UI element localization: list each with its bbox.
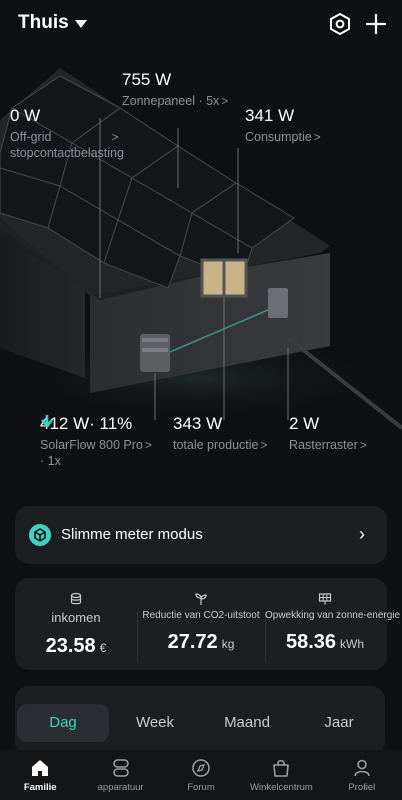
solar-power-value: 755 W — [122, 70, 172, 89]
tab-week[interactable]: Week — [109, 704, 201, 742]
caret-down-icon — [74, 19, 87, 28]
nav-familie-label: Familie — [23, 782, 57, 793]
nav-profiel[interactable]: Profiel — [322, 750, 402, 800]
solar-generation-unit: kWh — [340, 637, 365, 651]
income-value: 23.58 — [45, 635, 96, 657]
consumption-value: 341 W — [245, 106, 295, 125]
solar-generation-value: 58.36 — [285, 631, 337, 653]
production-stat[interactable]: 343 W totale productie > — [173, 414, 268, 454]
nav-forum-label: Forum — [187, 782, 215, 793]
nav-winkelcentrum-label: Winkelcentrum — [250, 782, 313, 793]
nav-winkelcentrum[interactable]: Winkelcentrum — [241, 750, 321, 800]
production-value: 343 W — [173, 414, 223, 433]
co2-value: 27.72 — [167, 631, 218, 653]
energy-stats-card: inkomen 23.58 € Reductie van CO2-uitstoot… — [15, 578, 401, 670]
grid-stat[interactable]: 2 W Rasterraster > — [289, 414, 367, 454]
offgrid-label[interactable]: Off-grid > stopcontactbelasting — [10, 130, 124, 161]
bottom-navigation: Familie apparatuur Forum Winkelcentrum P… — [0, 750, 402, 800]
compass-icon — [192, 759, 210, 777]
grid-label[interactable]: Rasterraster > — [289, 438, 367, 454]
production-label[interactable]: totale productie > — [173, 438, 268, 454]
consumption-stat[interactable]: 341 W Consumptie > — [245, 106, 321, 146]
home-icon — [32, 760, 49, 776]
consumption-label[interactable]: Consumptie > — [245, 130, 321, 146]
solar-generation-label: Opwekking van zonne-energie — [265, 610, 401, 621]
cube-icon — [29, 524, 51, 546]
coins-icon — [70, 592, 82, 605]
devices-icon — [112, 759, 129, 777]
home-title: Thuis — [18, 12, 69, 33]
house-scene: 755 W Zonnepaneel · 5x > 0 W Off-grid > sto… — [0, 48, 402, 480]
income-label: inkomen — [51, 610, 101, 625]
sprout-icon — [195, 593, 207, 605]
period-selector: Dag Week Maand Jaar — [15, 686, 385, 756]
plus-icon[interactable] — [364, 12, 388, 36]
nav-profiel-label: Profiel — [348, 782, 376, 793]
nav-familie[interactable]: Familie — [0, 750, 80, 800]
income-unit: € — [99, 641, 107, 655]
nav-forum[interactable]: Forum — [161, 750, 241, 800]
solar-panel-stat[interactable]: 755 W Zonnepaneel · 5x > — [122, 70, 228, 110]
nav-apparatuur[interactable]: apparatuur — [80, 750, 160, 800]
tab-month[interactable]: Maand — [201, 704, 293, 742]
solarflow-stat[interactable]: 412 W· 11% SolarFlow 800 Pro > · 1x — [40, 414, 152, 469]
offgrid-power-value: 0 W — [10, 106, 41, 125]
co2-label: Reductie van CO2-uitstoot — [142, 610, 260, 621]
solarflow-label[interactable]: SolarFlow 800 Pro > · 1x — [40, 438, 152, 469]
smart-meter-mode-card[interactable]: Slimme meter modus › — [15, 506, 387, 564]
co2-unit: kg — [221, 637, 235, 651]
header: Thuis — [0, 0, 402, 48]
smart-meter-label: Slimme meter modus — [61, 526, 203, 543]
solar-generation-stat: Opwekking van zonne-energie 58.36 kWh — [265, 592, 401, 654]
tab-year[interactable]: Jaar — [293, 704, 385, 742]
person-icon — [354, 759, 370, 777]
grid-value: 2 W — [289, 414, 320, 433]
arrow-down-icon — [41, 415, 53, 428]
hexagon-settings-icon[interactable] — [328, 12, 352, 36]
nav-apparatuur-label: apparatuur — [97, 782, 144, 793]
co2-stat: Reductie van CO2-uitstoot 27.72 kg — [139, 592, 263, 654]
chevron-right-icon: › — [359, 524, 365, 544]
solar-panel-icon — [318, 593, 332, 605]
tab-day[interactable]: Dag — [17, 704, 109, 742]
income-stat: inkomen 23.58 € — [21, 592, 131, 658]
home-selector[interactable]: Thuis — [18, 12, 87, 34]
shopping-bag-icon — [273, 759, 290, 777]
offgrid-stat[interactable]: 0 W Off-grid > stopcontactbelasting — [10, 106, 124, 161]
stats-divider — [137, 612, 138, 662]
solar-panel-label[interactable]: Zonnepaneel · 5x > — [122, 94, 228, 110]
